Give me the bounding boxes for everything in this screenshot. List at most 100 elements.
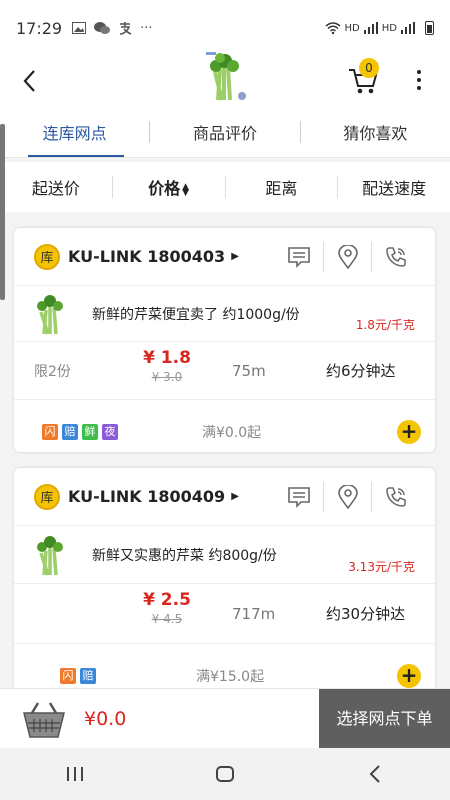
minimum-order: 满¥0.0起 (202, 425, 262, 441)
gallery-icon (72, 22, 87, 34)
basket-icon[interactable] (18, 699, 70, 739)
delivery-eta: 约6分钟达 (326, 362, 396, 380)
back-icon[interactable] (20, 68, 40, 94)
product-row[interactable]: 新鲜的芹菜便宜卖了 约1000g/份 1.8元/千克 (14, 286, 435, 342)
hd-label: HD (381, 22, 397, 34)
current-price: ¥ 2.5 (143, 590, 191, 610)
wechat-icon (94, 21, 111, 34)
system-back-button[interactable] (355, 759, 395, 789)
location-icon (337, 244, 358, 269)
add-to-cart-button[interactable]: + (397, 664, 421, 688)
message-icon (288, 246, 310, 268)
store-card: 库 KU-LINK 1800409 ▶ 新鲜又实惠的芹菜 约800g/份 3.1… (14, 468, 435, 708)
current-price: ¥ 1.8 (143, 348, 191, 368)
tag-compensation: 赔 (80, 668, 96, 684)
tab-recommendations[interactable]: 猜你喜欢 (301, 120, 450, 144)
product-row[interactable]: 新鲜又实惠的芹菜 约800g/份 3.13元/千克 (14, 526, 435, 584)
system-back-icon (369, 765, 380, 783)
location-button[interactable] (323, 241, 371, 272)
phone-icon (385, 486, 406, 507)
store-name[interactable]: KU-LINK 1800409 (68, 487, 225, 506)
product-name: 新鲜又实惠的芹菜 约800g/份 (92, 547, 277, 564)
sort-distance[interactable]: 距离 (226, 175, 338, 199)
delivery-eta: 约30分钟达 (326, 605, 406, 623)
location-button[interactable] (323, 481, 371, 512)
more-options-icon[interactable] (413, 70, 425, 96)
distance: 717m (232, 604, 276, 623)
wifi-icon (325, 22, 341, 34)
store-card: 库 KU-LINK 1800403 ▶ 新鲜的芹菜便宜卖了 约1000g/份 1… (14, 228, 435, 452)
sort-price-label: 价格 (148, 179, 181, 198)
caret-right-icon: ▶ (231, 491, 239, 502)
distance: 75m (232, 361, 266, 380)
tab-product-reviews[interactable]: 商品评价 (150, 120, 299, 144)
tag-flash: 闪 (42, 424, 58, 440)
price-block: ¥ 2.5 ¥ 4.5 (140, 590, 194, 626)
store-badge: 库 (34, 243, 60, 270)
scroll-indicator[interactable] (0, 124, 5, 300)
minimum-order: 满¥15.0起 (196, 669, 265, 685)
status-right: HD HD (325, 21, 434, 35)
sort-bar: 起送价 价格 ▲ ▼ 距离 配送速度 (0, 162, 450, 212)
message-button[interactable] (275, 242, 323, 272)
battery-icon (425, 21, 434, 35)
header: 0 (0, 52, 450, 106)
unit-price: 1.8元/千克 (355, 318, 415, 332)
tag-flash: 闪 (60, 668, 76, 684)
hd-label: HD (344, 22, 360, 34)
caret-right-icon: ▶ (231, 251, 239, 262)
sort-price[interactable]: 价格 ▲ ▼ (113, 175, 225, 199)
store-badge: 库 (34, 483, 60, 510)
cart-count-badge: 0 (359, 58, 379, 78)
price-row: 限2份 ¥ 1.8 ¥ 3.0 75m 约6分钟达 (14, 342, 435, 400)
price-block: ¥ 1.8 ¥ 3.0 (140, 348, 194, 384)
price-row: ¥ 2.5 ¥ 4.5 717m 约30分钟达 (14, 584, 435, 644)
product-name: 新鲜的芹菜便宜卖了 约1000g/份 (92, 306, 300, 323)
card-footer: 闪 赔 鲜 夜 满¥0.0起 + (14, 400, 435, 464)
message-button[interactable] (275, 482, 323, 512)
store-header[interactable]: 库 KU-LINK 1800403 ▶ (14, 228, 435, 286)
tab-store-network[interactable]: 连库网点 (0, 120, 149, 144)
phone-icon (385, 246, 406, 267)
store-name[interactable]: KU-LINK 1800403 (68, 247, 225, 266)
celery-image (37, 535, 63, 576)
alipay-icon (120, 22, 132, 35)
sort-arrows-icon: ▲ ▼ (182, 181, 190, 198)
sort-min-order[interactable]: 起送价 (0, 175, 112, 199)
status-time: 17:29 (16, 18, 63, 38)
purchase-limit: 限2份 (34, 363, 71, 380)
recent-apps-icon (67, 767, 83, 781)
tag-compensation: 赔 (62, 424, 78, 440)
signal-icon (363, 22, 378, 34)
active-tab-indicator (28, 155, 124, 157)
message-icon (288, 486, 310, 508)
select-store-checkout-button[interactable]: 选择网点下单 (319, 689, 450, 748)
celery-thumbnail (206, 52, 246, 101)
store-actions (275, 481, 419, 512)
celery-image (37, 294, 63, 335)
status-bar: 17:29 ··· HD HD (0, 0, 450, 56)
checkout-bar: ¥0.0 选择网点下单 (0, 688, 450, 748)
call-button[interactable] (371, 241, 419, 272)
store-header[interactable]: 库 KU-LINK 1800409 ▶ (14, 468, 435, 526)
recent-apps-button[interactable] (55, 759, 95, 789)
home-icon (216, 766, 234, 782)
more-notifications-icon: ··· (140, 20, 153, 36)
call-button[interactable] (371, 481, 419, 512)
original-price: ¥ 3.0 (151, 370, 183, 384)
unit-price: 3.13元/千克 (348, 560, 415, 574)
home-button[interactable] (205, 759, 245, 789)
store-actions (275, 241, 419, 272)
original-price: ¥ 4.5 (151, 612, 183, 626)
tag-night: 夜 (102, 424, 118, 440)
tag-fresh: 鲜 (82, 424, 98, 440)
service-tags: 闪 赔 鲜 夜 (42, 424, 118, 440)
signal-icon (401, 22, 415, 34)
location-icon (337, 484, 358, 509)
cart-total: ¥0.0 (84, 707, 127, 730)
notification-icons: ··· (72, 20, 153, 36)
service-tags: 闪 赔 (60, 668, 96, 684)
sort-delivery-speed[interactable]: 配送速度 (338, 175, 450, 199)
system-nav-bar (0, 748, 450, 800)
add-to-cart-button[interactable]: + (397, 420, 421, 444)
